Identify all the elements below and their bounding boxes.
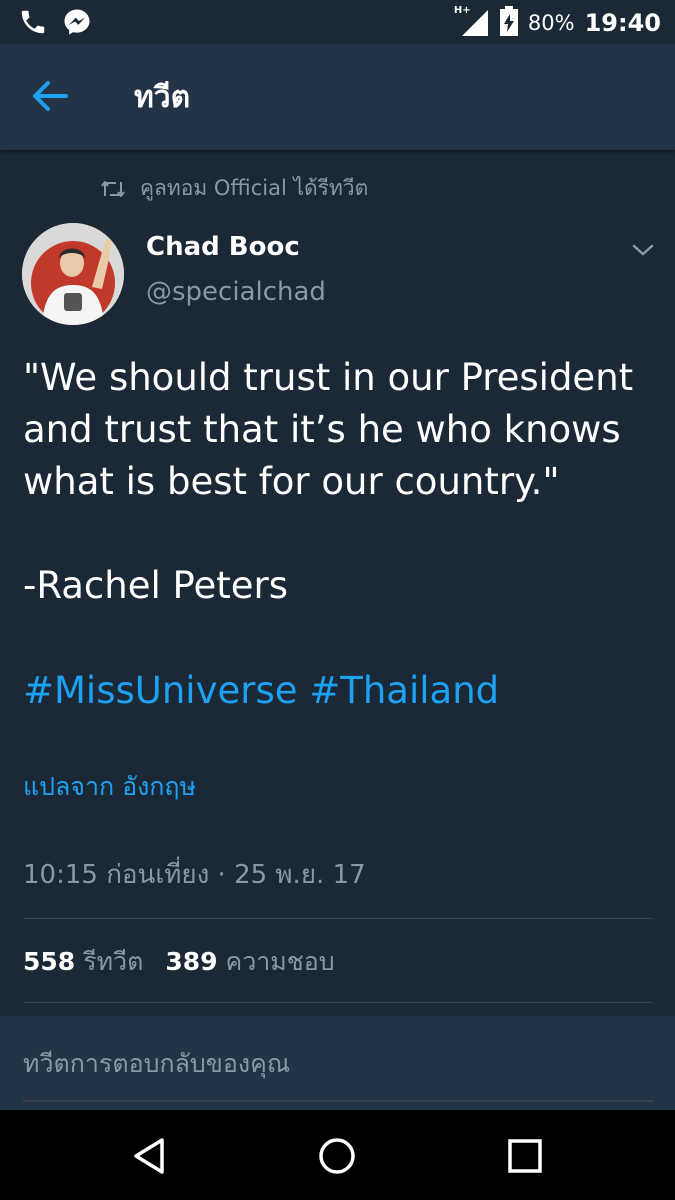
tweet-options-button[interactable] bbox=[630, 240, 656, 260]
navigation-bar bbox=[0, 1110, 675, 1200]
divider bbox=[23, 918, 653, 919]
retweet-count: 558 bbox=[23, 947, 76, 976]
hashtags: #MissUniverse #Thailand bbox=[23, 665, 499, 717]
hashtag-missuniverse[interactable]: #MissUniverse bbox=[23, 669, 297, 712]
circle-home-icon bbox=[319, 1138, 355, 1174]
author-name[interactable]: Chad Booc bbox=[146, 232, 300, 262]
app-bar: ทวีต bbox=[0, 44, 675, 150]
square-recents-icon bbox=[508, 1139, 542, 1173]
page-title: ทวีต bbox=[134, 80, 191, 115]
tweet-text-blank bbox=[23, 508, 653, 560]
divider bbox=[23, 1002, 653, 1003]
messenger-icon bbox=[62, 7, 92, 41]
hashtag-thailand[interactable]: #Thailand bbox=[309, 669, 499, 712]
tweet-timestamp: 10:15 ก่อนเที่ยง · 25 พ.ย. 17 bbox=[23, 860, 366, 890]
reply-input[interactable]: ทวีตการตอบกลับของคุณ bbox=[23, 1044, 290, 1084]
like-stat[interactable]: 389 ความชอบ bbox=[165, 942, 334, 982]
retweet-context: คูลทอม Official ได้รีทวีต bbox=[100, 172, 368, 205]
tweet-text-line: "We should trust in our President bbox=[23, 356, 634, 399]
retweet-label: รีทวีต bbox=[83, 947, 144, 976]
nav-home-button[interactable] bbox=[315, 1134, 359, 1178]
translate-link[interactable]: แปลจาก อังกฤษ bbox=[23, 767, 196, 807]
tweet-text-line: what is best for our country." bbox=[23, 460, 560, 503]
signal-icon: H+ bbox=[454, 5, 490, 38]
chevron-down-icon bbox=[632, 244, 654, 256]
tweet-detail-screen: H+ 80% 19:40 ทวีต คูลทอม Official ได้รีท… bbox=[0, 0, 675, 1200]
nav-recents-button[interactable] bbox=[503, 1134, 547, 1178]
battery-charging-icon bbox=[499, 6, 518, 40]
network-type: H+ bbox=[453, 5, 471, 16]
clock: 19:40 bbox=[584, 9, 661, 37]
tweet-stats: 558 รีทวีต 389 ความชอบ bbox=[23, 942, 335, 982]
reply-underline bbox=[23, 1100, 653, 1102]
status-bar: H+ 80% 19:40 bbox=[0, 0, 675, 44]
retweet-icon bbox=[101, 180, 125, 197]
tweet-attribution: -Rachel Peters bbox=[23, 564, 289, 607]
triangle-back-icon bbox=[134, 1138, 164, 1174]
arrow-left-icon bbox=[33, 81, 68, 111]
avatar[interactable] bbox=[22, 223, 124, 325]
reply-area: ทวีตการตอบกลับของคุณ bbox=[0, 1016, 675, 1110]
tweet-text: "We should trust in our President and tr… bbox=[23, 352, 653, 612]
nav-back-button[interactable] bbox=[128, 1134, 172, 1178]
retweet-stat[interactable]: 558 รีทวีต bbox=[23, 942, 143, 982]
tweet-text-line: and trust that it’s he who knows bbox=[23, 408, 621, 451]
retweeted-by-label: คูลทอม Official ได้รีทวีต bbox=[140, 176, 369, 200]
author-handle[interactable]: @specialchad bbox=[146, 277, 326, 307]
battery-level: 80% bbox=[527, 11, 575, 35]
like-label: ความชอบ bbox=[225, 947, 335, 976]
phone-icon bbox=[18, 7, 48, 41]
like-count: 389 bbox=[165, 947, 218, 976]
back-button[interactable] bbox=[30, 78, 70, 114]
